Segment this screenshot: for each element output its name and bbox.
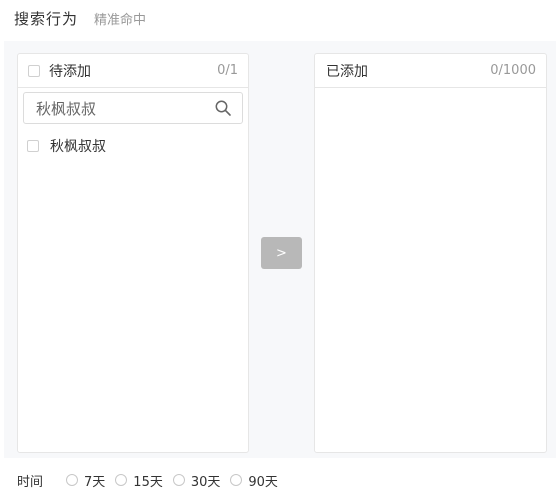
radio-button[interactable]: [172, 474, 185, 486]
radio-button[interactable]: [230, 474, 243, 486]
select-all-checkbox[interactable]: [28, 64, 40, 77]
added-panel: 已添加 0/1000: [314, 53, 547, 453]
section-title: 搜索行为: [14, 9, 79, 28]
time-option-15d[interactable]: 15天: [115, 471, 163, 490]
time-option-30d[interactable]: 30天: [172, 471, 221, 490]
radio-button[interactable]: [115, 474, 128, 486]
radio-button[interactable]: [66, 474, 79, 486]
section-header: 搜索行为 精准命中: [14, 6, 146, 30]
time-option-label: 30天: [190, 474, 221, 490]
added-panel-header: 已添加 0/1000: [315, 54, 546, 88]
added-count: 0/1000: [490, 63, 536, 78]
time-option-label: 7天: [84, 474, 106, 490]
time-option-label: 90天: [248, 474, 278, 490]
time-range-row: 时间 7天 15天 30天 90天: [17, 467, 288, 493]
pending-count: 0/1: [217, 63, 238, 78]
item-checkbox[interactable]: [27, 140, 39, 152]
time-option-label: 15天: [133, 474, 163, 490]
search-box[interactable]: [23, 92, 243, 124]
search-icon[interactable]: [214, 99, 232, 117]
pending-panel-title: 待添加: [49, 63, 91, 80]
match-mode-label[interactable]: 精准命中: [94, 9, 146, 28]
list-item-label: 秋枫叔叔: [50, 139, 106, 155]
list-item[interactable]: 秋枫叔叔: [27, 136, 106, 156]
time-label: 时间: [17, 474, 44, 490]
time-option-7d[interactable]: 7天: [66, 471, 105, 490]
transfer-to-right-button[interactable]: >: [261, 237, 302, 269]
pending-panel-header: 待添加 0/1: [18, 54, 248, 88]
added-panel-title: 已添加: [326, 63, 368, 80]
search-input[interactable]: [24, 93, 216, 123]
pending-panel: 待添加 0/1 秋枫叔叔: [17, 53, 249, 453]
time-option-90d[interactable]: 90天: [230, 471, 278, 490]
